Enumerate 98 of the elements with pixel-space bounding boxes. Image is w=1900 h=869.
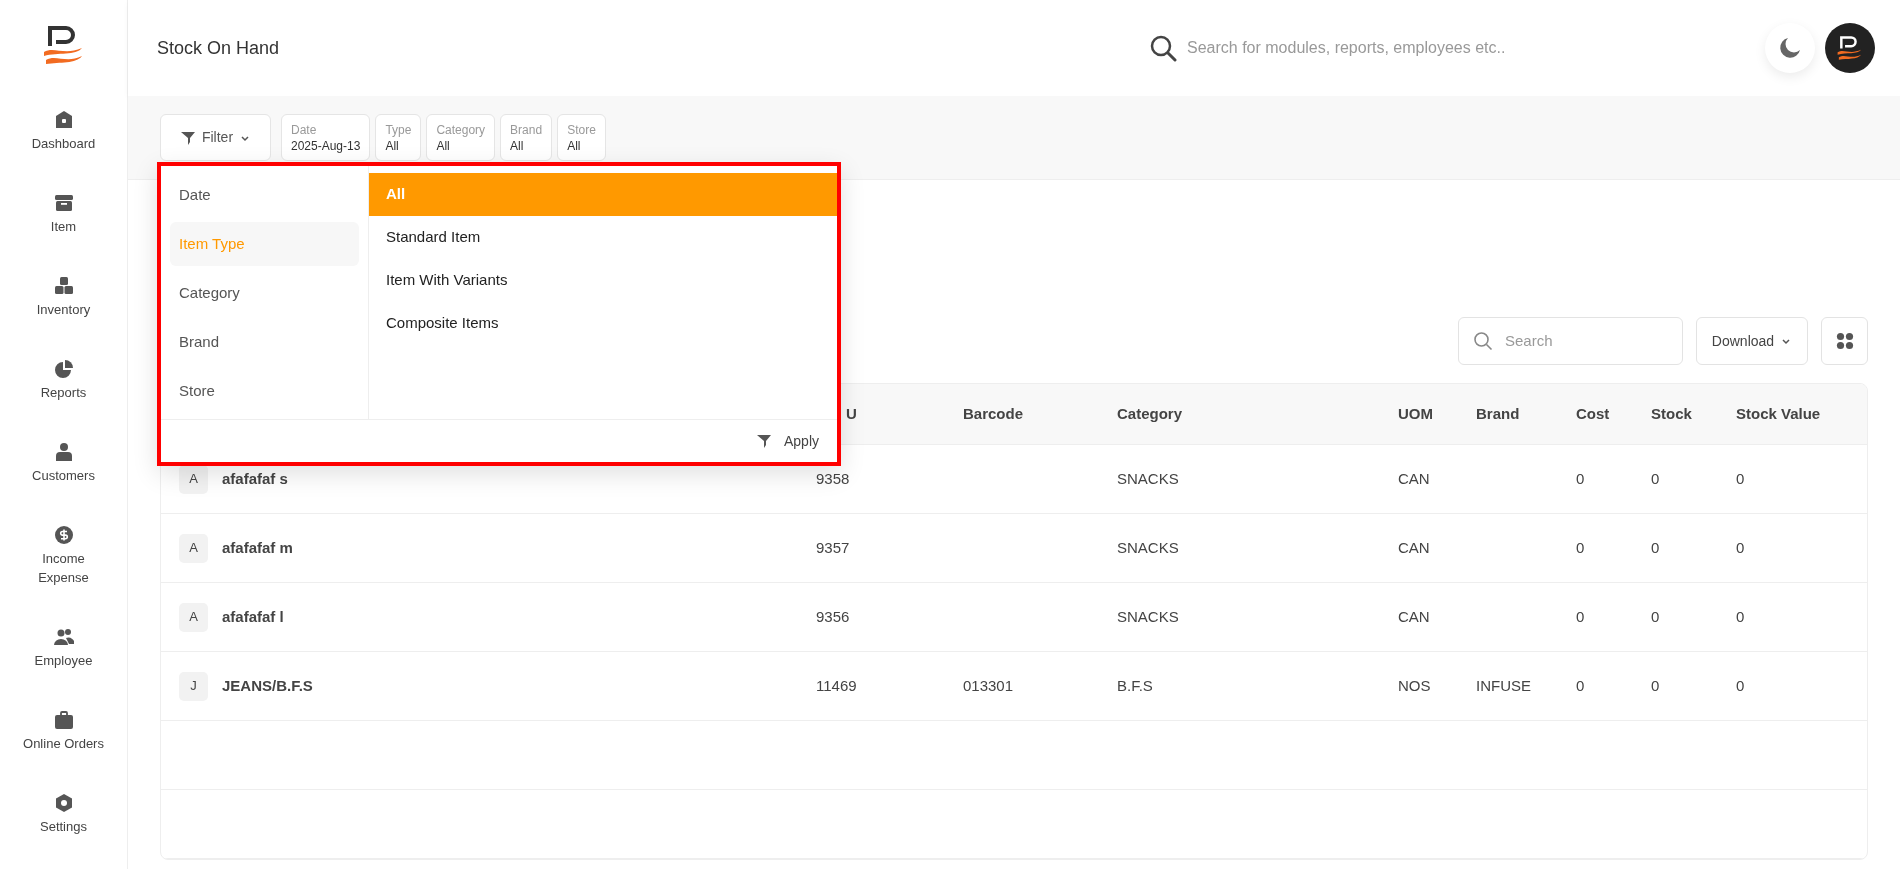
table-cell: 0	[1736, 469, 1745, 487]
table-cell: B.F.S	[1117, 676, 1153, 694]
table-cell-text: afafafaf l	[222, 606, 284, 627]
grid-view-button[interactable]	[1821, 317, 1868, 365]
table-cell: 0	[1576, 538, 1585, 556]
table-cell: CAN	[1398, 607, 1430, 625]
filter-icon	[179, 129, 196, 146]
sidebar-item[interactable]: Employee	[0, 627, 127, 670]
table-cell-text: afafafaf s	[222, 468, 288, 489]
user-avatar[interactable]	[1825, 23, 1875, 73]
table-cell: 0	[1736, 607, 1745, 625]
filter-option[interactable]: Item With Variants	[369, 259, 837, 302]
chip-value: All	[436, 137, 451, 154]
person-icon	[53, 442, 74, 462]
filter-chip[interactable]: Date 2025-Aug-13	[281, 114, 371, 161]
table-cell: 9358	[816, 469, 850, 487]
filter-field-item[interactable]: Date	[170, 173, 359, 217]
download-button[interactable]: Download	[1696, 317, 1808, 365]
table-cell: 0	[1736, 538, 1745, 556]
column-header: UOM	[1398, 404, 1433, 422]
briefcase-icon	[53, 710, 74, 730]
table-cell: 9357	[816, 538, 850, 556]
filter-chip[interactable]: Store All	[557, 114, 606, 161]
chip-value: All	[510, 137, 525, 154]
filter-field-item[interactable]: Category	[170, 271, 359, 315]
chip-value: All	[385, 137, 400, 154]
column-header: Category	[1117, 404, 1183, 422]
table-cell: 0	[1576, 469, 1585, 487]
table-cell: 0	[1651, 676, 1660, 694]
table-cell: INFUSE	[1476, 676, 1531, 694]
chip-label: Store	[567, 121, 596, 138]
table-cell: 0	[1576, 607, 1585, 625]
table-search-field[interactable]: Search	[1458, 317, 1683, 365]
moon-icon	[1779, 37, 1801, 59]
global-search-field[interactable]: Search for modules, reports, employees etc..	[1149, 34, 1669, 62]
table-cell: SNACKS	[1117, 607, 1179, 625]
column-header: Stock	[1651, 404, 1692, 422]
table-cell: CAN	[1398, 469, 1430, 487]
filter-option[interactable]: Standard Item	[369, 216, 837, 259]
filter-chip[interactable]: Brand All	[500, 114, 553, 161]
filter-field-item[interactable]: Store	[170, 369, 359, 413]
hexagon-gear-icon	[53, 793, 74, 813]
sidebar-item[interactable]: Dashboard	[0, 110, 127, 153]
sidebar-item[interactable]: Item	[0, 193, 127, 236]
chip-label: Date	[291, 121, 318, 138]
filter-button[interactable]: Filter	[160, 114, 271, 161]
grid-icon	[1835, 332, 1854, 350]
table-cell-text: afafafaf m	[222, 537, 293, 558]
filter-chip[interactable]: Category All	[426, 114, 496, 161]
filter-chip[interactable]: Type All	[375, 114, 422, 161]
filter-icon	[755, 433, 772, 449]
page-title: Stock On Hand	[157, 36, 280, 60]
table-cell: NOS	[1398, 676, 1431, 694]
table-cell: 0	[1651, 469, 1660, 487]
sidebar-item[interactable]: Customers	[0, 442, 127, 485]
table-cell: 013301	[963, 676, 1014, 694]
boxes-icon	[53, 276, 74, 296]
table-cell: 0	[1651, 607, 1660, 625]
table-cell: CAN	[1398, 538, 1430, 556]
sidebar-item[interactable]: Income Expense	[0, 525, 127, 587]
chip-label: Brand	[510, 121, 543, 138]
column-header: Stock Value	[1736, 404, 1821, 422]
global-search-input[interactable]: Search for modules, reports, employees etc..	[1187, 36, 1669, 60]
table-cell: 0	[1736, 676, 1745, 694]
chip-label: Type	[385, 121, 412, 138]
people-icon	[53, 627, 74, 647]
table-cell: 0	[1576, 676, 1585, 694]
home-icon	[53, 110, 74, 130]
apply-button[interactable]: Apply	[755, 430, 819, 452]
pie-chart-icon	[53, 359, 74, 379]
table-cell: SNACKS	[1117, 538, 1179, 556]
dollar-coin-icon	[53, 525, 74, 545]
item-initial-avatar: A	[179, 464, 208, 494]
item-initial-avatar: A	[179, 533, 208, 563]
item-initial-avatar: J	[179, 671, 208, 701]
column-header: Barcode	[963, 404, 1024, 422]
table-search-input[interactable]: Search	[1505, 329, 1645, 353]
filter-option[interactable]: Composite Items	[369, 302, 837, 345]
search-icon	[1473, 331, 1493, 351]
filter-field-item[interactable]: Brand	[170, 320, 359, 364]
table-cell: 11469	[816, 676, 857, 694]
sidebar-item[interactable]: Settings	[0, 793, 127, 836]
sidebar-item[interactable]: Reports	[0, 359, 127, 402]
chip-value: 2025-Aug-13	[291, 137, 361, 154]
archive-box-icon	[53, 193, 74, 213]
table-cell-text: JEANS/B.F.S	[222, 675, 313, 696]
table-cell: SNACKS	[1117, 469, 1179, 487]
chip-value: All	[567, 137, 582, 154]
table-cell: 0	[1651, 538, 1660, 556]
chip-label: Category	[436, 121, 486, 138]
search-icon	[1149, 34, 1177, 62]
column-header: Cost	[1576, 404, 1610, 422]
item-initial-avatar: A	[179, 602, 208, 632]
column-header: U	[846, 404, 857, 422]
sidebar-item[interactable]: Inventory	[0, 276, 127, 319]
column-header: Brand	[1476, 404, 1520, 422]
table-cell: 9356	[816, 607, 850, 625]
sidebar-item[interactable]: Online Orders	[0, 710, 127, 753]
